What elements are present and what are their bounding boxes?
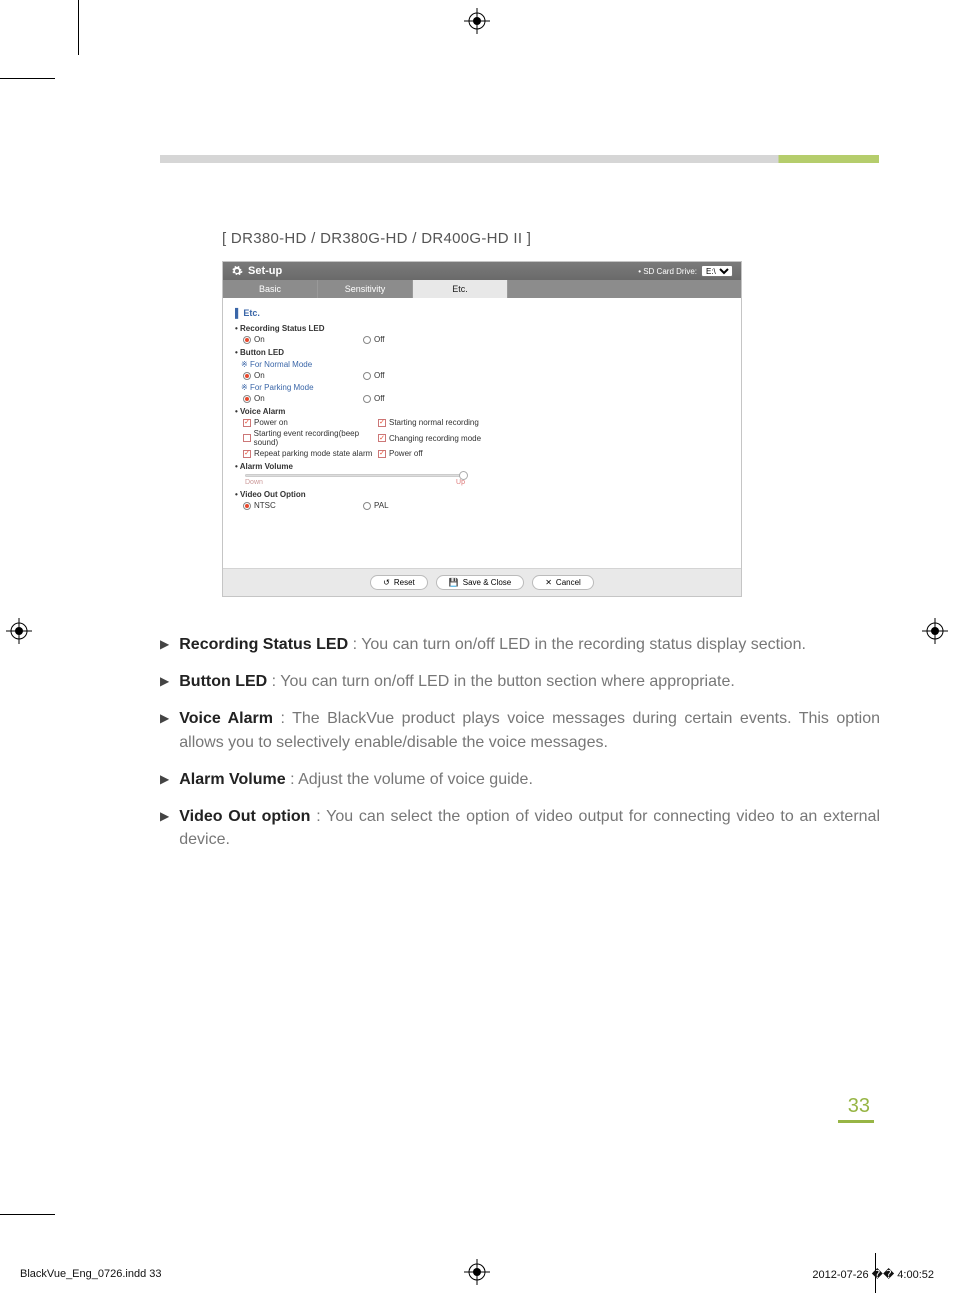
bullet-arrow-icon: ▶	[160, 768, 169, 791]
registration-mark-icon	[464, 8, 490, 34]
list-item: ▶Voice Alarm : The BlackVue product play…	[160, 707, 880, 753]
slider-label-up: Up	[456, 479, 465, 486]
chk-start-normal[interactable]	[378, 419, 386, 427]
chk-repeat-park[interactable]	[243, 450, 251, 458]
list-item: ▶Button LED : You can turn on/off LED in…	[160, 670, 880, 693]
window-titlebar: Set-up • SD Card Drive: E:\	[223, 262, 741, 280]
section-button-led: Button LED	[235, 348, 729, 357]
setup-window: Set-up • SD Card Drive: E:\ Basic Sensit…	[222, 261, 742, 597]
crop-mark	[78, 0, 79, 55]
sd-drive-select[interactable]: E:\	[701, 265, 733, 277]
chk-change-mode[interactable]	[378, 434, 386, 442]
slider-knob[interactable]	[459, 471, 468, 480]
print-footer: BlackVue_Eng_0726.indd 33 2012-07-26 �� …	[20, 1268, 934, 1281]
list-item: ▶Recording Status LED : You can turn on/…	[160, 633, 880, 656]
crop-mark	[0, 1214, 55, 1215]
tab-etc[interactable]: Etc.	[413, 280, 508, 298]
section-video-out: Video Out Option	[235, 490, 729, 499]
sd-card-drive-label: • SD Card Drive:	[638, 267, 697, 276]
radio-btn-led-normal-off[interactable]	[363, 372, 371, 380]
volume-slider[interactable]	[245, 474, 465, 477]
radio-btn-led-normal-on[interactable]	[243, 372, 251, 380]
radio-rec-led-on[interactable]	[243, 336, 251, 344]
radio-pal[interactable]	[363, 502, 371, 510]
bullet-arrow-icon: ▶	[160, 670, 169, 693]
section-alarm-volume: Alarm Volume	[235, 462, 729, 471]
registration-mark-icon	[922, 618, 948, 644]
radio-ntsc[interactable]	[243, 502, 251, 510]
registration-mark-icon	[6, 618, 32, 644]
radio-rec-led-off[interactable]	[363, 336, 371, 344]
crop-mark	[0, 78, 55, 79]
bullet-arrow-icon: ▶	[160, 633, 169, 656]
slider-label-down: Down	[245, 479, 263, 486]
tab-sensitivity[interactable]: Sensitivity	[318, 280, 413, 298]
page-number: 33	[838, 1095, 874, 1123]
header-color-bar	[160, 155, 879, 163]
section-recording-status-led: Recording Status LED	[235, 324, 729, 333]
gear-icon	[231, 265, 243, 277]
tab-basic[interactable]: Basic	[223, 280, 318, 298]
list-item: ▶Video Out option : You can select the o…	[160, 805, 880, 851]
radio-btn-led-parking-on[interactable]	[243, 395, 251, 403]
radio-btn-led-parking-off[interactable]	[363, 395, 371, 403]
subhead-parking-mode: For Parking Mode	[235, 383, 729, 392]
bullet-arrow-icon: ▶	[160, 707, 169, 753]
description-list: ▶Recording Status LED : You can turn on/…	[160, 633, 880, 851]
save-close-button[interactable]: 💾Save & Close	[436, 575, 524, 590]
list-item: ▶Alarm Volume : Adjust the volume of voi…	[160, 768, 880, 791]
reset-button[interactable]: ↺Reset	[370, 575, 428, 590]
subhead-normal-mode: For Normal Mode	[235, 360, 729, 369]
chk-power-on[interactable]	[243, 419, 251, 427]
chk-power-off[interactable]	[378, 450, 386, 458]
footer-filename: BlackVue_Eng_0726.indd 33	[20, 1268, 162, 1281]
close-icon: ✕	[545, 578, 552, 587]
footer-datetime: 2012-07-26 �� 4:00:52	[812, 1268, 934, 1281]
bullet-arrow-icon: ▶	[160, 805, 169, 851]
cancel-button[interactable]: ✕Cancel	[532, 575, 594, 590]
panel-title: Etc.	[235, 308, 729, 318]
window-title: Set-up	[248, 265, 282, 277]
chk-start-event[interactable]	[243, 434, 251, 442]
undo-icon: ↺	[383, 578, 390, 587]
model-label: [ DR380-HD / DR380G-HD / DR400G-HD II ]	[222, 230, 880, 247]
save-icon: 💾	[449, 578, 459, 587]
tabs: Basic Sensitivity Etc.	[223, 280, 741, 298]
section-voice-alarm: Voice Alarm	[235, 407, 729, 416]
